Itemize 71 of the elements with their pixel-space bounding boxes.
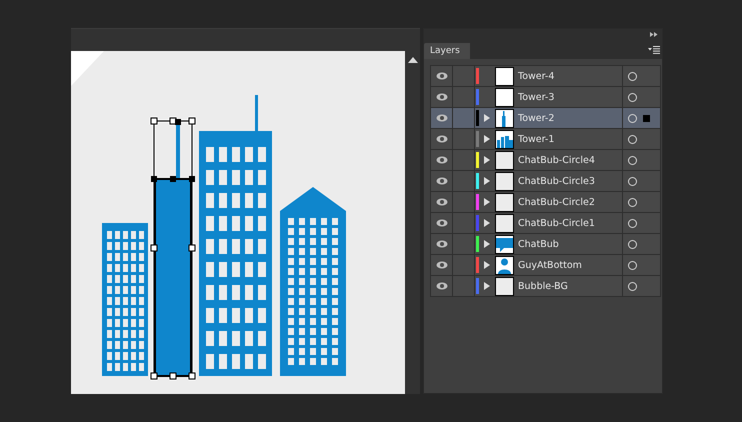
expand-triangle-icon[interactable] (484, 240, 490, 248)
layer-row[interactable]: ChatBub-Circle1 (431, 213, 660, 234)
layer-name: Tower-1 (518, 134, 556, 144)
layer-thumbnail (495, 150, 514, 170)
layer-thumbnail (495, 256, 514, 274)
target-circle-icon[interactable] (628, 218, 637, 228)
target-circle-icon[interactable] (628, 72, 637, 80)
layer-name: Tower-2 (518, 112, 556, 124)
layer-thumbnail (495, 192, 514, 212)
eye-icon[interactable] (436, 219, 448, 227)
selection-frame[interactable] (150, 118, 196, 380)
eye-icon[interactable] (436, 93, 448, 101)
layer-row[interactable]: ChatBub (431, 234, 660, 255)
layer-thumbnail (495, 172, 514, 190)
layer-name: Tower-3 (518, 92, 556, 102)
layer-thumbnail (495, 66, 514, 86)
eye-icon[interactable] (436, 240, 448, 248)
expand-triangle-icon[interactable] (484, 261, 490, 269)
target-circle-icon[interactable] (628, 260, 637, 270)
target-circle-icon[interactable] (628, 198, 637, 206)
eye-icon[interactable] (436, 114, 448, 122)
expand-triangle-icon[interactable] (484, 198, 490, 206)
layer-row[interactable]: GuyAtBottom (431, 255, 660, 276)
layer-name: Tower-4 (518, 70, 556, 82)
target-circle-icon[interactable] (628, 176, 637, 186)
layer-row[interactable]: ChatBub-Circle4 (431, 150, 660, 171)
target-circle-icon[interactable] (628, 240, 637, 248)
target-circle-icon[interactable] (628, 134, 637, 144)
panel-menu-icon[interactable] (648, 46, 660, 54)
eye-icon[interactable] (436, 156, 448, 164)
layer-row[interactable]: Tower-4 (431, 66, 660, 87)
layer-name: ChatBub-Circle4 (518, 154, 596, 166)
selection-square-icon (643, 114, 650, 122)
collapse-icon[interactable] (650, 32, 658, 37)
layer-name: ChatBub (518, 238, 560, 250)
layer-row[interactable]: Bubble-BG (431, 276, 660, 297)
layer-row[interactable]: Tower-3 (431, 87, 660, 108)
layer-thumbnail (495, 214, 514, 232)
layer-row[interactable]: ChatBub-Circle3 (431, 171, 660, 192)
eye-icon[interactable] (436, 72, 448, 80)
expand-triangle-icon[interactable] (484, 177, 490, 185)
layer-thumbnail (495, 130, 514, 148)
layers-tab[interactable]: Layers (424, 43, 470, 59)
target-circle-icon[interactable] (628, 92, 637, 102)
layer-thumbnail (495, 88, 514, 106)
layer-name: Bubble-BG (518, 280, 569, 292)
eye-icon[interactable] (436, 282, 448, 290)
target-circle-icon[interactable] (628, 282, 637, 290)
expand-triangle-icon[interactable] (484, 135, 490, 143)
expand-triangle-icon[interactable] (484, 114, 490, 122)
layer-name: ChatBub-Circle1 (518, 218, 596, 228)
eye-icon[interactable] (436, 135, 448, 143)
layer-thumbnail (495, 234, 514, 254)
scroll-up-icon[interactable] (408, 57, 418, 63)
target-circle-icon[interactable] (628, 156, 637, 164)
layer-name: GuyAtBottom (518, 260, 583, 270)
layer-row[interactable]: Tower-1 (431, 129, 660, 150)
target-circle-icon[interactable] (628, 114, 637, 122)
eye-icon[interactable] (436, 261, 448, 269)
layer-row[interactable]: ChatBub-Circle2 (431, 192, 660, 213)
expand-triangle-icon[interactable] (484, 156, 490, 164)
layer-name: ChatBub-Circle2 (518, 196, 596, 208)
expand-triangle-icon[interactable] (484, 219, 490, 227)
expand-triangle-icon[interactable] (484, 282, 490, 290)
eye-icon[interactable] (436, 198, 448, 206)
layer-thumbnail (495, 108, 514, 128)
artboard-corner (71, 51, 104, 86)
layer-name: ChatBub-Circle3 (518, 176, 596, 186)
layer-thumbnail (495, 276, 514, 296)
layer-row[interactable]: Tower-2 (431, 108, 660, 129)
eye-icon[interactable] (436, 177, 448, 185)
